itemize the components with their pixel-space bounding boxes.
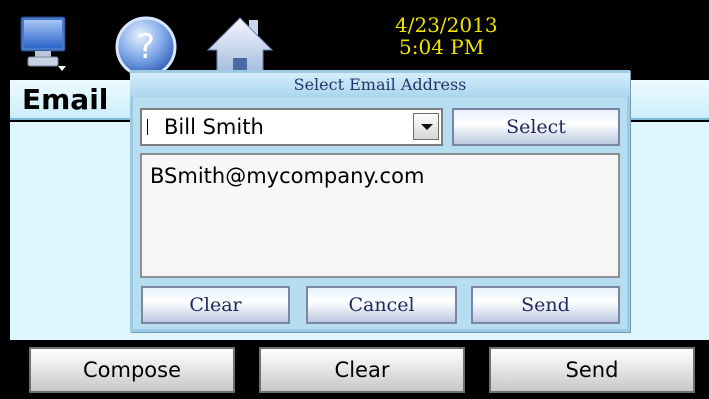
top-bar	[0, 0, 709, 80]
select-button[interactable]: Select	[452, 108, 620, 146]
date-text: 4/23/2013	[395, 13, 498, 37]
dialog-clear-button[interactable]: Clear	[141, 286, 290, 324]
time-text: 5:04 PM	[399, 35, 485, 59]
compose-button[interactable]: Compose	[29, 347, 235, 393]
clear-button[interactable]: Clear	[259, 347, 465, 393]
chevron-down-icon[interactable]	[413, 113, 439, 140]
datetime: 4/23/2013 5:04 PM	[395, 14, 535, 58]
dialog-title: Select Email Address	[130, 73, 630, 97]
dialog-send-button[interactable]: Send	[471, 286, 620, 324]
text-cursor	[147, 119, 148, 135]
email-address-text: BSmith@mycompany.com	[150, 164, 425, 188]
monitor-icon[interactable]	[20, 14, 66, 74]
svg-text:?: ?	[137, 27, 155, 67]
send-button[interactable]: Send	[489, 347, 695, 393]
page-title: Email	[22, 83, 109, 116]
contact-dropdown-value: Bill Smith	[164, 115, 264, 139]
dialog-cancel-button[interactable]: Cancel	[306, 286, 457, 324]
